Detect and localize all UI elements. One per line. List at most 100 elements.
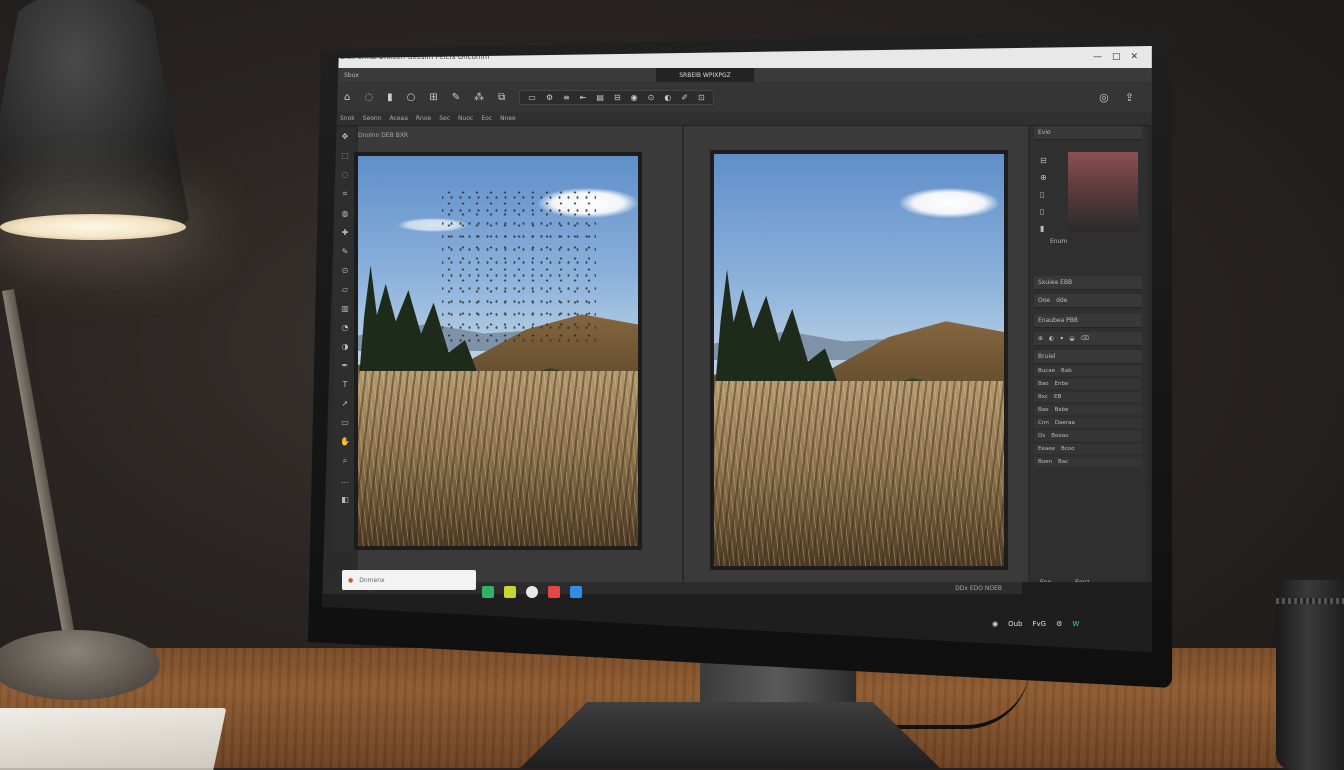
bookmark-icon[interactable]: ▮ [387, 92, 393, 103]
option-item[interactable]: Seonn [363, 115, 382, 122]
properties-panel: Evio ⊟ ⊕ ▯ ▯ ▮ Enum Sxuiea EBB Ooe dde E… [1030, 126, 1146, 596]
eyedropper-tool-icon[interactable]: ◍ [342, 209, 349, 218]
gear-icon[interactable]: ⚙ [546, 93, 553, 102]
tray-item-2[interactable]: FvG [1033, 620, 1047, 628]
globe-icon[interactable]: ◎ [1099, 91, 1109, 104]
layer-value: Enbe [1054, 381, 1069, 387]
healing-tool-icon[interactable]: ✚ [342, 228, 349, 237]
app-icon-chrome[interactable] [526, 586, 538, 598]
layer-row[interactable]: Os Boeao [1034, 431, 1142, 441]
adjust-icon[interactable]: ◐ [664, 93, 671, 102]
tray-item-1[interactable]: Oub [1008, 620, 1022, 628]
split-view-divider[interactable] [682, 126, 684, 582]
adjust-layer-icon[interactable]: ◒ [1069, 335, 1074, 342]
close-button[interactable]: ✕ [1130, 52, 1138, 62]
doc-icon[interactable]: ▯ [1040, 207, 1047, 216]
circle-icon[interactable]: ○ [407, 92, 416, 103]
option-item[interactable]: Snok [340, 115, 355, 122]
layer-value: Bab [1061, 368, 1072, 374]
layer-row[interactable]: Bucae Bab [1034, 366, 1142, 376]
share-icon[interactable]: ⇪ [1125, 91, 1134, 104]
layer-value: EB [1053, 394, 1062, 400]
layer-name: Eeaee [1038, 446, 1055, 452]
pen-tool-icon[interactable]: ✒ [342, 361, 349, 370]
lasso-icon[interactable]: ◌ [364, 92, 373, 103]
section-2-label-a: Ooe [1038, 297, 1051, 304]
align-icon[interactable]: ≡ [563, 93, 570, 102]
app-icon-red[interactable] [548, 586, 560, 598]
layers-icon[interactable]: ▤ [596, 93, 604, 102]
fx-icon[interactable]: ▾ [1060, 335, 1063, 342]
app-icon-yellow[interactable] [504, 586, 516, 598]
lasso-tool-icon[interactable]: ◌ [342, 170, 349, 179]
link-icon[interactable]: ⊕ [1040, 173, 1047, 182]
crop-tool-icon[interactable]: ⌗ [343, 189, 348, 199]
document-title-tab[interactable]: SRBEIB WPIXPGZ [656, 68, 754, 82]
color-picker-swatch[interactable] [1068, 152, 1138, 232]
eraser-tool-icon[interactable]: ▱ [342, 285, 348, 294]
transform-icon[interactable]: ⧉ [498, 92, 505, 103]
shape-tool-icon[interactable]: ▭ [341, 418, 349, 427]
section-2-label-b: dde [1056, 297, 1068, 304]
wand-icon[interactable]: ⁂ [474, 92, 484, 103]
option-item[interactable]: Sec [439, 115, 450, 122]
layer-row[interactable]: Eeaee Bcoo [1034, 444, 1142, 454]
layer-row[interactable]: Bxc EB [1034, 392, 1142, 402]
app-icon-green[interactable] [482, 586, 494, 598]
file-icon[interactable]: ▯ [1040, 190, 1047, 199]
clone-tool-icon[interactable]: ⊙ [342, 266, 349, 275]
wifi-icon[interactable]: ◉ [992, 620, 998, 628]
crop-icon[interactable]: ⊞ [429, 92, 437, 103]
more-tools-icon[interactable]: … [341, 476, 349, 485]
hand-tool-icon[interactable]: ✋ [340, 437, 350, 446]
marquee-tool-icon[interactable]: ⬚ [341, 151, 349, 160]
monitor-screen: Bluk Smuz Bnxcon Gxoslm Pelcfs Oncomm — … [322, 46, 1152, 652]
panel-section-2[interactable]: Ooe dde [1034, 294, 1142, 308]
panel-section-1[interactable]: Sxuiea EBB [1034, 276, 1142, 290]
paint-icon[interactable]: ✐ [681, 93, 688, 102]
grid-icon[interactable]: ⊟ [614, 93, 621, 102]
brush-icon[interactable]: ✎ [452, 92, 460, 103]
app-icon-blue[interactable] [570, 586, 582, 598]
new-layer-icon[interactable]: ⊕ [1038, 335, 1043, 342]
path-tool-icon[interactable]: ➚ [342, 399, 349, 408]
layer-row[interactable]: Bae Babe [1034, 405, 1142, 415]
home-icon[interactable]: ⌂ [344, 92, 350, 103]
option-item[interactable]: Aceaa [390, 115, 408, 122]
stamp-icon[interactable]: ⊙ [648, 93, 655, 102]
mask-icon[interactable]: ⊡ [698, 93, 705, 102]
zoom-tool-icon[interactable]: ⌕ [343, 456, 347, 466]
after-photo[interactable] [714, 154, 1004, 566]
menu-item-file[interactable]: Sbux [344, 72, 359, 79]
type-tool-icon[interactable]: T [343, 380, 348, 389]
panel-section-3[interactable]: Enaubea PBB [1034, 314, 1142, 328]
mask-layer-icon[interactable]: ◐ [1049, 335, 1054, 342]
blur-tool-icon[interactable]: ◔ [342, 323, 349, 332]
arrow-icon[interactable]: ⇤ [580, 93, 587, 102]
option-item[interactable]: Nuoc [458, 115, 473, 122]
layer-row[interactable]: Bao Enbe [1034, 379, 1142, 389]
dodge-tool-icon[interactable]: ◑ [342, 342, 349, 351]
eye-icon[interactable]: ◉ [631, 93, 638, 102]
maximize-button[interactable]: □ [1112, 52, 1121, 62]
gradient-tool-icon[interactable]: ▥ [341, 304, 349, 313]
channel-icon[interactable]: ⊟ [1040, 156, 1047, 165]
before-photo[interactable] [358, 156, 638, 546]
ruler-icon[interactable]: ▭ [528, 93, 536, 102]
delete-layer-icon[interactable]: ⌫ [1081, 335, 1089, 342]
lock-icon[interactable]: ▮ [1040, 224, 1047, 233]
option-item[interactable]: Rnoe [416, 115, 431, 122]
app-tray-icon[interactable]: W [1072, 620, 1079, 628]
minimize-button[interactable]: — [1093, 52, 1102, 62]
brush-tool-icon[interactable]: ✎ [342, 247, 349, 256]
color-swatch-icon[interactable]: ◧ [341, 495, 349, 504]
move-tool-icon[interactable]: ✥ [342, 132, 349, 141]
layer-row[interactable]: Boen Bac [1034, 457, 1142, 467]
layer-row[interactable]: Cnn Daeraa [1034, 418, 1142, 428]
tool-options-group: ▭ ⚙ ≡ ⇤ ▤ ⊟ ◉ ⊙ ◐ ✐ ⊡ [519, 89, 714, 105]
layer-name: Cnn [1038, 420, 1049, 426]
settings-icon[interactable]: ⚙ [1056, 620, 1062, 628]
option-item[interactable]: Nnee [500, 115, 516, 122]
taskbar-search[interactable]: ● Dnmenx [342, 570, 476, 590]
option-item[interactable]: Eoc [481, 115, 492, 122]
